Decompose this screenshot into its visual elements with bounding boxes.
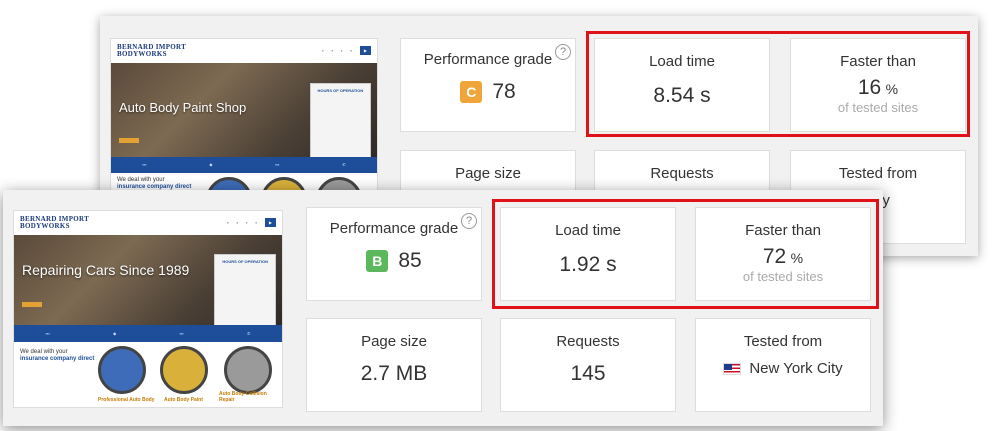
service-caption: Auto Body Paint xyxy=(164,397,203,403)
site-cta: ▶ xyxy=(264,218,276,228)
site-logo: BERNARD IMPORT BODYWORKS xyxy=(20,214,90,230)
requests-label: Requests xyxy=(650,165,714,182)
tested-from-label: Tested from xyxy=(838,165,918,182)
grade-badge: B xyxy=(366,250,389,272)
website-screenshot-thumbnail: BERNARD IMPORT BODYWORKS ▪ ▪ ▪ ▪ ▶ Auto Bod… xyxy=(110,38,378,208)
help-icon[interactable]: ? xyxy=(555,44,571,60)
website-screenshot-thumbnail: BERNARD IMPORT BODYWORKS ▪ ▪ ▪ ▪ ▶ Repairin… xyxy=(13,210,283,408)
performance-score: 78 xyxy=(492,80,516,103)
insurance-text: We deal with your insurance company dire… xyxy=(20,348,95,362)
site-below-fold: We deal with your insurance company dire… xyxy=(14,342,282,407)
site-header: BERNARD IMPORT BODYWORKS ▪ ▪ ▪ ▪ ▶ xyxy=(14,211,282,235)
site-hero: Repairing Cars Since 1989 HOURS OF OPERA… xyxy=(14,234,282,334)
site-logo: BERNARD IMPORT BODYWORKS xyxy=(117,42,187,58)
service-caption: Auto Body Collision Repair xyxy=(219,391,267,403)
contact-bar: ▪▪▪ ◆ ▪▪▪ ✆ xyxy=(111,156,377,174)
tested-from-location: New York City xyxy=(696,360,870,377)
performance-grade-card: ? Performance grade C 78 xyxy=(400,38,576,132)
hero-button xyxy=(119,137,139,143)
tested-from-card: Tested from New York City xyxy=(695,318,871,412)
performance-grade-label: Performance grade xyxy=(423,51,553,68)
highlight-box xyxy=(492,199,879,309)
page-size-label: Page size xyxy=(361,333,427,350)
hero-button xyxy=(22,302,42,308)
service-caption: Professional Auto Body xyxy=(98,397,155,403)
tested-from-city: New York City xyxy=(749,360,843,377)
performance-score: 85 xyxy=(398,249,422,272)
performance-grade-row: B 85 xyxy=(307,249,481,273)
requests-label: Requests xyxy=(556,333,620,350)
site-nav: ▪ ▪ ▪ ▪ xyxy=(227,220,257,226)
grade-badge: C xyxy=(460,81,483,103)
us-flag-icon xyxy=(723,363,742,376)
contact-bar: ▪▪▪ ◆ ▪▪▪ ✆ xyxy=(14,324,282,343)
service-circle xyxy=(224,346,272,395)
performance-grade-label: Performance grade xyxy=(329,220,459,237)
site-hero: Auto Body Paint Shop HOURS OF OPERATION xyxy=(111,62,377,166)
hours-box: HOURS OF OPERATION xyxy=(309,83,371,166)
requests-value: 145 xyxy=(570,362,606,385)
site-header: BERNARD IMPORT BODYWORKS ▪ ▪ ▪ ▪ ▶ xyxy=(111,39,377,63)
service-circle xyxy=(98,346,146,395)
site-nav: ▪ ▪ ▪ ▪ xyxy=(322,48,352,54)
insurance-text: We deal with your insurance company dire… xyxy=(117,176,192,190)
requests-card: Requests 145 xyxy=(500,318,676,412)
page-size-card: Page size 2.7 MB xyxy=(306,318,482,412)
hero-title: Auto Body Paint Shop xyxy=(119,100,247,116)
performance-grade-card: ? Performance grade B 85 xyxy=(306,207,482,301)
hero-title: Repairing Cars Since 1989 xyxy=(22,261,190,278)
page-size-value: 2.7 MB xyxy=(360,362,428,385)
result-panel-current: BERNARD IMPORT BODYWORKS ▪ ▪ ▪ ▪ ▶ Repairin… xyxy=(3,190,883,426)
service-circle xyxy=(160,346,208,395)
highlight-box xyxy=(586,31,970,137)
performance-grade-row: C 78 xyxy=(401,80,575,104)
help-icon[interactable]: ? xyxy=(461,213,477,229)
site-cta: ▶ xyxy=(359,46,371,56)
page-size-label: Page size xyxy=(455,165,521,182)
hours-box: HOURS OF OPERATION xyxy=(214,254,276,334)
tested-from-label: Tested from xyxy=(743,333,823,350)
